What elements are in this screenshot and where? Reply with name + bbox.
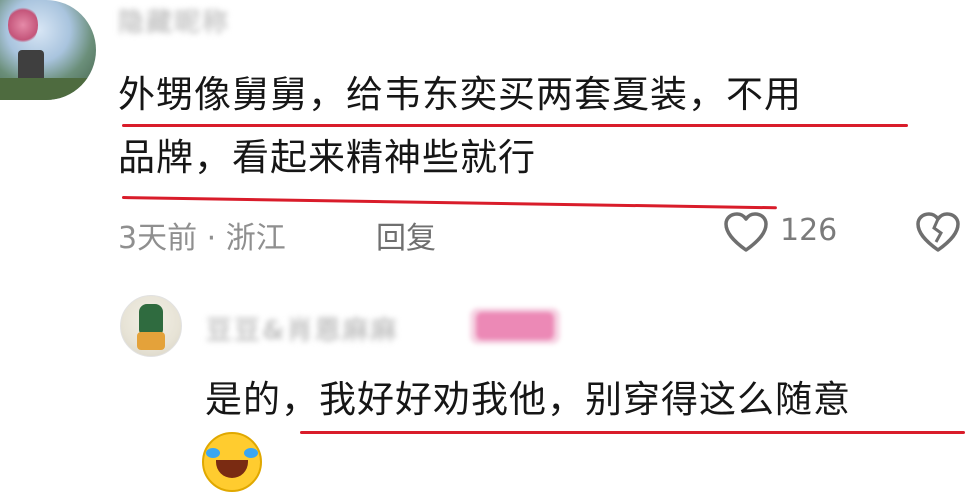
broken-heart-icon[interactable] bbox=[914, 210, 962, 254]
reply-text: 是的，我好好劝我他，别穿得这么随意 bbox=[205, 378, 851, 421]
underline-3 bbox=[300, 431, 965, 434]
replier-username[interactable]: 豆豆&肖恩麻麻 bbox=[206, 310, 399, 347]
comment-time-location: 3天前 · 浙江 bbox=[118, 221, 286, 256]
heart-outline-icon[interactable] bbox=[722, 210, 770, 254]
like-count: 126 bbox=[780, 213, 838, 248]
replier-avatar[interactable] bbox=[120, 295, 182, 357]
commenter-avatar[interactable] bbox=[0, 0, 96, 100]
comment-text-line-1: 外甥像舅舅，给韦东奕买两套夏装，不用 bbox=[118, 73, 802, 116]
author-badge: 作者 bbox=[470, 308, 560, 344]
underline-1 bbox=[122, 124, 908, 127]
reply-button[interactable]: 回复 bbox=[376, 213, 436, 257]
commenter-username[interactable]: 隐藏昵称 bbox=[118, 2, 230, 39]
comment-text-line-2: 品牌，看起来精神些就行 bbox=[118, 136, 536, 179]
underline-2 bbox=[121, 196, 777, 210]
laughing-crying-emoji bbox=[202, 432, 262, 492]
